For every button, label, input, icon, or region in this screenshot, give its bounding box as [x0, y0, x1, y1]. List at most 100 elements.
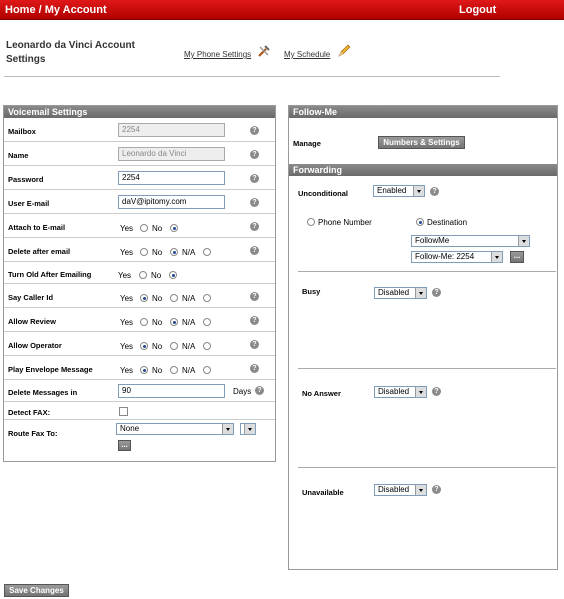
mailbox-input: 2254	[118, 123, 225, 137]
follow-me-header: Follow-Me	[289, 106, 557, 118]
busy-label: Busy	[302, 287, 321, 296]
destination-sub-select[interactable]: Follow-Me: 2254	[411, 251, 503, 263]
chevron-down-icon	[415, 485, 426, 495]
no-label: No	[152, 294, 163, 303]
envelope-yes-radio[interactable]	[140, 366, 148, 374]
delete-after-na-radio[interactable]	[203, 248, 211, 256]
help-icon[interactable]: ?	[250, 292, 259, 301]
pencil-icon[interactable]	[337, 44, 351, 58]
yes-label: Yes	[120, 224, 134, 233]
my-phone-settings-link[interactable]: My Phone Settings	[184, 50, 251, 59]
operator-yes-radio[interactable]	[140, 342, 148, 350]
delete-messages-input[interactable]: 90	[118, 384, 225, 398]
help-icon[interactable]: ?	[250, 222, 259, 231]
turn-old-yes-radio[interactable]	[139, 271, 147, 279]
operator-no-radio[interactable]	[170, 342, 178, 350]
chevron-down-icon	[413, 186, 424, 196]
phone-number-label: Phone Number	[318, 218, 372, 227]
header-divider	[4, 76, 500, 77]
save-changes-button[interactable]: Save Changes	[4, 584, 69, 597]
attach-yes-radio[interactable]	[140, 224, 148, 232]
chevron-down-icon	[222, 424, 233, 434]
delete-after-yes-radio[interactable]	[140, 248, 148, 256]
na-label: N/A	[182, 318, 196, 327]
yes-label: Yes	[118, 271, 132, 280]
unconditional-value: Enabled	[377, 186, 407, 195]
route-fax-sub-select[interactable]	[240, 423, 256, 435]
chevron-down-icon	[518, 236, 529, 246]
follow-me-panel: Follow-Me Manage Numbers & Settings Forw…	[288, 105, 558, 570]
unconditional-select[interactable]: Enabled	[373, 185, 425, 197]
no-answer-select[interactable]: Disabled	[374, 386, 427, 398]
help-icon[interactable]: ?	[250, 246, 259, 255]
manage-label: Manage	[293, 139, 321, 148]
unconditional-label: Unconditional	[298, 189, 348, 198]
caller-id-label: Say Caller Id	[8, 293, 54, 302]
detect-fax-checkbox[interactable]	[119, 407, 128, 416]
mailbox-label: Mailbox	[8, 127, 36, 136]
help-icon[interactable]: ?	[432, 485, 441, 494]
help-icon[interactable]: ?	[250, 364, 259, 373]
help-icon[interactable]: ?	[250, 126, 259, 135]
delete-after-label: Delete after email	[8, 247, 71, 256]
help-icon[interactable]: ?	[250, 174, 259, 183]
caller-id-no-radio[interactable]	[170, 294, 178, 302]
destination-select[interactable]: FollowMe	[411, 235, 530, 247]
review-na-radio[interactable]	[203, 318, 211, 326]
yes-label: Yes	[120, 318, 134, 327]
name-input: Leonardo da Vinci	[118, 147, 225, 161]
no-label: No	[152, 318, 163, 327]
operator-row: Allow Operator Yes No N/A ?	[4, 332, 275, 356]
na-label: N/A	[182, 248, 196, 257]
turn-old-row: Turn Old After Emailing Yes No	[4, 262, 275, 284]
help-icon[interactable]: ?	[250, 150, 259, 159]
email-input[interactable]: daV@ipitomy.com	[118, 195, 225, 209]
caller-id-yes-radio[interactable]	[140, 294, 148, 302]
no-label: No	[152, 224, 163, 233]
help-icon[interactable]: ?	[255, 386, 264, 395]
na-label: N/A	[182, 342, 196, 351]
delete-after-no-radio[interactable]	[170, 248, 178, 256]
turn-old-no-radio[interactable]	[169, 271, 177, 279]
review-yes-radio[interactable]	[140, 318, 148, 326]
password-input[interactable]: 2254	[118, 171, 225, 185]
route-fax-row: Route Fax To: None ...	[4, 420, 275, 460]
na-label: N/A	[182, 366, 196, 375]
na-label: N/A	[182, 294, 196, 303]
phone-number-radio[interactable]	[307, 218, 315, 226]
name-row: Name Leonardo da Vinci ?	[4, 142, 275, 166]
unavailable-select[interactable]: Disabled	[374, 484, 427, 496]
help-icon[interactable]: ?	[432, 288, 441, 297]
chevron-down-icon	[491, 252, 502, 262]
logout-link[interactable]: Logout	[459, 4, 496, 16]
review-no-radio[interactable]	[170, 318, 178, 326]
envelope-na-radio[interactable]	[203, 366, 211, 374]
numbers-settings-button[interactable]: Numbers & Settings	[378, 136, 465, 149]
attach-no-radio[interactable]	[170, 224, 178, 232]
my-schedule-link[interactable]: My Schedule	[284, 50, 330, 59]
operator-na-radio[interactable]	[203, 342, 211, 350]
wrench-icon[interactable]	[257, 44, 271, 58]
help-icon[interactable]: ?	[250, 198, 259, 207]
help-icon[interactable]: ?	[430, 187, 439, 196]
yes-label: Yes	[120, 342, 134, 351]
page-title: Leonardo da Vinci Account Settings	[6, 40, 135, 65]
help-icon[interactable]: ?	[250, 316, 259, 325]
destination-browse-button[interactable]: ...	[510, 251, 524, 263]
route-fax-select[interactable]: None	[116, 423, 234, 435]
name-label: Name	[8, 151, 29, 160]
help-icon[interactable]: ?	[250, 340, 259, 349]
no-label: No	[152, 366, 163, 375]
help-icon[interactable]: ?	[432, 387, 441, 396]
yes-label: Yes	[120, 294, 134, 303]
busy-select[interactable]: Disabled	[374, 287, 427, 299]
home-link[interactable]: Home / My Account	[5, 4, 107, 16]
busy-value: Disabled	[378, 288, 410, 297]
caller-id-na-radio[interactable]	[203, 294, 211, 302]
route-fax-browse-button[interactable]: ...	[118, 440, 131, 451]
divider	[298, 467, 556, 468]
mailbox-row: Mailbox 2254 ?	[4, 118, 275, 142]
destination-radio[interactable]	[416, 218, 424, 226]
envelope-no-radio[interactable]	[170, 366, 178, 374]
attach-label: Attach to E-mail	[8, 223, 66, 232]
